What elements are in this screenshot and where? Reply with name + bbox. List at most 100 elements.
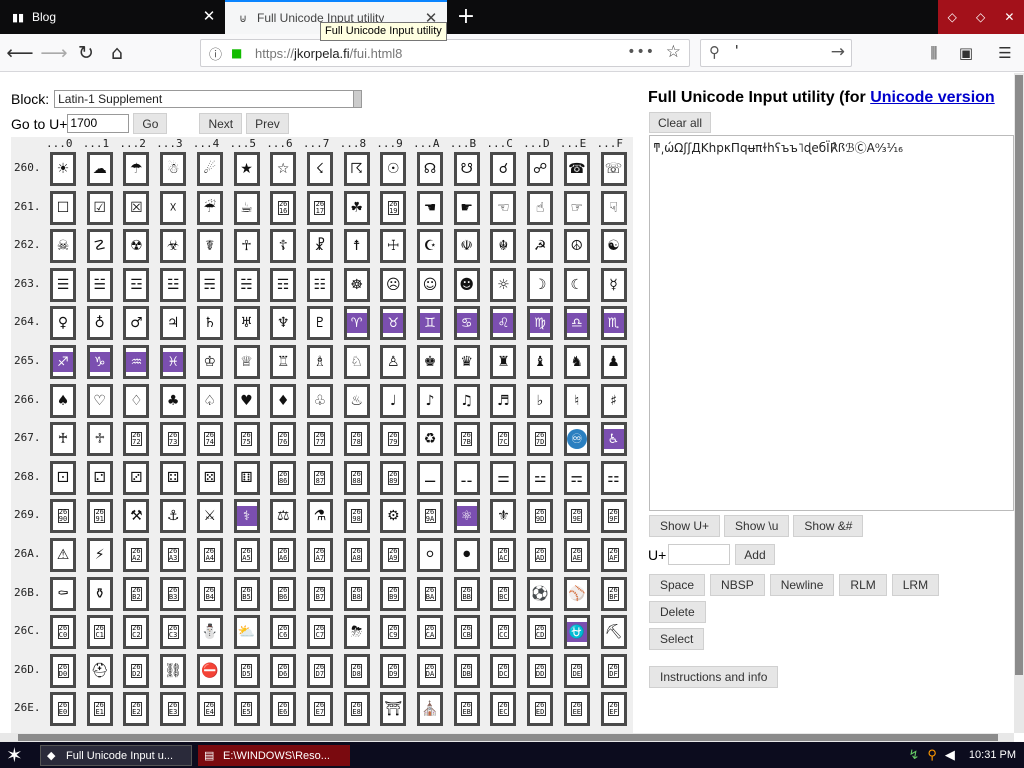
char-cell[interactable]: 2676 (270, 422, 297, 457)
char-cell[interactable]: ⚠ (50, 538, 76, 572)
char-cell[interactable]: ☛ (453, 190, 480, 225)
search-go-icon[interactable]: → (831, 42, 845, 62)
char-cell[interactable]: ☌ (490, 152, 517, 186)
char-cell[interactable]: ☇ (306, 152, 333, 186)
char-cell[interactable]: 26EE (563, 692, 590, 727)
char-cell[interactable]: ♭ (527, 383, 554, 418)
char-cell[interactable]: ♦ (270, 383, 297, 418)
url-bar[interactable]: ⓘ ■ https://jkorpela.fi/fui.html8 ••• ☆ (200, 39, 690, 67)
char-cell[interactable]: 2688 (343, 460, 370, 495)
char-cell[interactable]: ♇ (306, 306, 333, 341)
char-cell[interactable]: 269E (563, 499, 590, 534)
char-cell[interactable]: 26E7 (306, 692, 333, 727)
char-cell[interactable]: ☪ (417, 229, 443, 264)
back-icon[interactable]: ⟵ (6, 39, 34, 67)
char-cell[interactable]: ♟ (600, 345, 627, 379)
char-cell[interactable]: 26C7 (306, 615, 333, 650)
char-cell[interactable]: 26C3 (160, 615, 187, 650)
lock-icon[interactable]: ■ (231, 46, 247, 60)
volume-icon[interactable]: ◀ (945, 747, 955, 763)
char-cell[interactable]: ☍ (527, 152, 554, 186)
home-icon[interactable]: ⌂ (103, 39, 131, 67)
char-cell[interactable]: 26A2 (123, 538, 150, 572)
char-cell[interactable]: ⛪ (417, 692, 443, 727)
char-cell[interactable]: ☋ (453, 152, 480, 186)
char-cell[interactable]: 26AD (527, 538, 554, 572)
start-star-icon[interactable]: ✶ (6, 743, 23, 768)
char-cell[interactable]: 26B2 (123, 576, 150, 611)
char-cell[interactable]: ☾ (563, 267, 590, 302)
block-select[interactable]: Latin-1 Supplement (54, 90, 363, 108)
char-cell[interactable]: ☤ (196, 229, 223, 264)
char-cell[interactable]: 2672 (123, 422, 150, 457)
char-cell[interactable]: ☧ (306, 229, 333, 264)
char-cell[interactable]: ⛓ (160, 653, 187, 688)
bookmark-star-icon[interactable]: ☆ (666, 42, 681, 62)
next-button[interactable]: Next (199, 113, 243, 134)
new-tab-icon[interactable]: + (453, 4, 479, 30)
char-cell[interactable]: ♠ (50, 383, 76, 418)
char-cell[interactable]: ☴ (196, 267, 223, 302)
char-cell[interactable]: ♝ (527, 345, 554, 379)
char-cell[interactable]: 26E2 (123, 692, 150, 727)
char-cell[interactable]: 26E0 (50, 692, 76, 727)
instructions-button[interactable]: Instructions and info (649, 666, 779, 688)
char-cell[interactable]: ☞ (563, 190, 590, 225)
char-cell[interactable]: ⚏ (600, 460, 627, 495)
char-cell[interactable]: ♬ (490, 383, 517, 418)
char-cell[interactable]: ☸ (343, 267, 370, 302)
char-cell[interactable]: ⛈ (343, 615, 370, 650)
add-button[interactable]: Add (735, 544, 775, 565)
char-cell[interactable]: ⛎ (563, 615, 590, 650)
char-cell[interactable]: 26DA (417, 653, 443, 688)
char-cell[interactable]: ⚄ (196, 460, 223, 495)
char-cell[interactable]: 26B7 (306, 576, 333, 611)
char-cell[interactable]: ☦ (270, 229, 297, 264)
char-cell[interactable]: ☈ (343, 152, 370, 186)
char-cell[interactable]: ⚒ (123, 499, 150, 534)
space-button[interactable]: Space (649, 574, 706, 596)
char-cell[interactable]: ☀ (50, 152, 76, 186)
char-cell[interactable]: 2687 (306, 460, 333, 495)
char-cell[interactable]: 2678 (343, 422, 370, 457)
vertical-scrollbar[interactable] (1014, 73, 1024, 733)
char-cell[interactable]: 26CB (453, 615, 480, 650)
char-cell[interactable]: ♒ (123, 345, 150, 379)
char-cell[interactable]: ♁ (86, 306, 113, 341)
char-cell[interactable]: 26C0 (50, 615, 76, 650)
char-cell[interactable]: 26DC (490, 653, 517, 688)
char-cell[interactable]: 26DF (600, 653, 627, 688)
char-cell[interactable]: ♨ (343, 383, 370, 418)
char-cell[interactable]: ⛩ (380, 692, 407, 727)
char-cell[interactable]: ⛄ (196, 615, 223, 650)
char-cell[interactable]: ★ (233, 152, 260, 186)
char-cell[interactable]: ☓ (160, 190, 187, 225)
char-cell[interactable]: ♕ (233, 345, 260, 379)
char-cell[interactable]: ⚱ (86, 576, 113, 611)
char-cell[interactable]: 26A4 (196, 538, 223, 572)
char-cell[interactable]: 26B3 (160, 576, 187, 611)
char-cell[interactable]: 26EF (600, 692, 627, 727)
char-cell[interactable]: ☔ (196, 190, 223, 225)
char-cell[interactable]: ☷ (306, 267, 333, 302)
search-tray-icon[interactable]: ⚲ (927, 747, 937, 763)
char-cell[interactable]: ☃ (160, 152, 187, 186)
taskbar-item-folder[interactable]: ▤ E:\WINDOWS\Reso... (198, 745, 350, 766)
char-cell[interactable]: 26AE (563, 538, 590, 572)
char-cell[interactable]: 26CC (490, 615, 517, 650)
lrm-button[interactable]: LRM (891, 574, 940, 596)
char-cell[interactable]: ⚕ (233, 499, 260, 534)
char-cell[interactable]: 26E4 (196, 692, 223, 727)
char-cell[interactable]: 26C2 (123, 615, 150, 650)
close-tab-icon[interactable]: ✕ (201, 8, 217, 24)
char-cell[interactable]: ♯ (600, 383, 627, 418)
char-cell[interactable]: ☊ (417, 152, 443, 186)
vertical-scroll-thumb[interactable] (1015, 75, 1023, 675)
char-cell[interactable]: ☜ (490, 190, 517, 225)
char-cell[interactable]: ♫ (453, 383, 480, 418)
char-cell[interactable]: 26DE (563, 653, 590, 688)
char-cell[interactable]: ☎ (563, 152, 590, 186)
char-cell[interactable]: 26E6 (270, 692, 297, 727)
char-cell[interactable]: ☣ (160, 229, 187, 264)
char-cell[interactable]: 26AF (600, 538, 627, 572)
